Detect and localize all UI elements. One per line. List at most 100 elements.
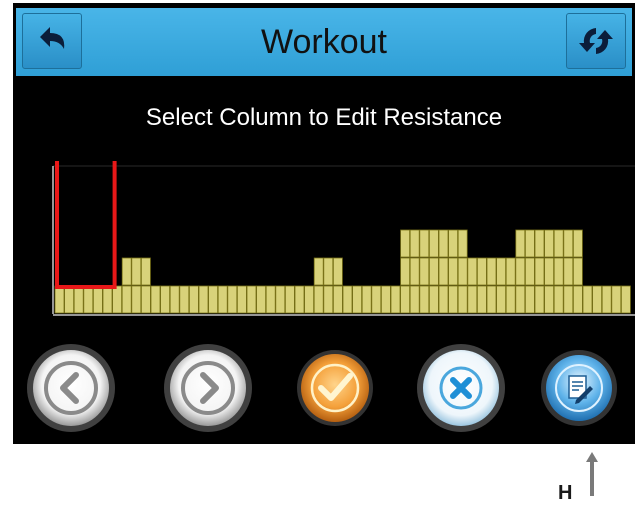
resistance-bar-cell[interactable] [515, 285, 526, 314]
resistance-bar-cell[interactable] [400, 229, 411, 258]
resistance-bar-cell[interactable] [621, 285, 631, 314]
resistance-bar-cell[interactable] [448, 257, 459, 286]
resistance-bar-cell[interactable] [188, 285, 199, 314]
resistance-bar-cell[interactable] [428, 229, 439, 258]
resistance-bar-cell[interactable] [553, 257, 564, 286]
resistance-bar-cell[interactable] [332, 257, 343, 286]
resistance-bar-cell[interactable] [476, 257, 487, 286]
resistance-bar-cell[interactable] [409, 285, 420, 314]
resistance-bar-cell[interactable] [611, 285, 622, 314]
resistance-bar-cell[interactable] [131, 257, 142, 286]
resistance-bar-cell[interactable] [131, 285, 142, 314]
resistance-bar-cell[interactable] [524, 229, 535, 258]
resistance-bar-cell[interactable] [160, 285, 170, 314]
resistance-bar-cell[interactable] [419, 229, 430, 258]
resistance-bar-cell[interactable] [428, 285, 439, 314]
resistance-bar-cell[interactable] [390, 285, 401, 314]
resistance-bar-cell[interactable] [524, 257, 535, 286]
resistance-profile-chart[interactable] [38, 161, 635, 321]
resistance-bar-cell[interactable] [208, 285, 219, 314]
next-button[interactable] [158, 331, 258, 444]
resistance-bar-cell[interactable] [275, 285, 286, 314]
resistance-bar-cell[interactable] [563, 257, 574, 286]
resistance-bar-cell[interactable] [236, 285, 247, 314]
resistance-bar-cell[interactable] [476, 285, 487, 314]
resistance-bar-cell[interactable] [112, 285, 122, 314]
resistance-bar-cell[interactable] [323, 285, 334, 314]
resistance-bar-cell[interactable] [121, 285, 132, 314]
resistance-bar-cell[interactable] [141, 257, 151, 286]
resistance-bar-cell[interactable] [313, 257, 324, 286]
resistance-bar-cell[interactable] [438, 285, 449, 314]
resistance-bar-cell[interactable] [83, 285, 94, 314]
resistance-bar-cell[interactable] [246, 285, 257, 314]
resistance-bar-cell[interactable] [515, 257, 526, 286]
resistance-bar-cell[interactable] [371, 285, 382, 314]
resistance-bar-cell[interactable] [534, 257, 545, 286]
resistance-bar-cell[interactable] [265, 285, 276, 314]
resistance-bar-cell[interactable] [534, 229, 545, 258]
resistance-bar-cell[interactable] [419, 257, 430, 286]
resistance-bar-cell[interactable] [544, 229, 555, 258]
resistance-bar-cell[interactable] [419, 285, 430, 314]
resistance-bar-cell[interactable] [505, 285, 516, 314]
edit-button[interactable] [529, 331, 629, 444]
resistance-bar-cell[interactable] [73, 285, 84, 314]
resistance-bar-cell[interactable] [582, 285, 593, 314]
resistance-bar-cell[interactable] [169, 285, 180, 314]
resistance-bar-cell[interactable] [380, 285, 391, 314]
resistance-bar-cell[interactable] [342, 285, 353, 314]
resistance-bar-cell[interactable] [93, 285, 103, 314]
resistance-bar-cell[interactable] [486, 257, 497, 286]
resistance-bar-cell[interactable] [553, 229, 564, 258]
cancel-button[interactable] [411, 331, 511, 444]
resistance-bar-cell[interactable] [544, 285, 555, 314]
resistance-bar-cell[interactable] [409, 229, 420, 258]
resistance-bar-cell[interactable] [573, 229, 583, 258]
resistance-bar-cell[interactable] [400, 257, 411, 286]
resistance-bar-cell[interactable] [496, 257, 507, 286]
resistance-bar-cell[interactable] [284, 285, 295, 314]
resistance-bar-cell[interactable] [217, 285, 228, 314]
resistance-bar-cell[interactable] [332, 285, 343, 314]
resistance-bar-cell[interactable] [524, 285, 535, 314]
resistance-bar-cell[interactable] [457, 229, 468, 258]
resistance-bar-cell[interactable] [601, 285, 612, 314]
refresh-button[interactable] [566, 13, 626, 69]
resistance-bar-cell[interactable] [457, 285, 468, 314]
resistance-bar-cell[interactable] [198, 285, 209, 314]
resistance-bar-cell[interactable] [294, 285, 305, 314]
resistance-bar-cell[interactable] [448, 229, 459, 258]
resistance-bar-cell[interactable] [505, 257, 516, 286]
resistance-bar-cell[interactable] [573, 285, 583, 314]
resistance-bar-cell[interactable] [467, 285, 478, 314]
resistance-bar-cell[interactable] [227, 285, 238, 314]
resistance-bar-cell[interactable] [54, 285, 65, 314]
resistance-bar-cell[interactable] [352, 285, 363, 314]
resistance-bar-cell[interactable] [438, 257, 449, 286]
resistance-bar-cell[interactable] [361, 285, 372, 314]
resistance-bar-cell[interactable] [121, 257, 132, 286]
resistance-bar-cell[interactable] [563, 229, 574, 258]
resistance-bar-cell[interactable] [400, 285, 411, 314]
resistance-bar-cell[interactable] [409, 257, 420, 286]
resistance-bar-cell[interactable] [467, 257, 478, 286]
resistance-bar-cell[interactable] [102, 285, 113, 314]
resistance-bar-cell[interactable] [313, 285, 324, 314]
resistance-bar-cell[interactable] [141, 285, 151, 314]
resistance-bar-cell[interactable] [64, 285, 75, 314]
confirm-button[interactable] [285, 331, 385, 444]
resistance-bar-cell[interactable] [323, 257, 334, 286]
resistance-bar-cell[interactable] [428, 257, 439, 286]
resistance-bar-cell[interactable] [486, 285, 497, 314]
resistance-bar-cell[interactable] [496, 285, 507, 314]
resistance-bar-cell[interactable] [457, 257, 468, 286]
resistance-bar-cell[interactable] [150, 285, 161, 314]
resistance-bar-cell[interactable] [304, 285, 315, 314]
resistance-bar-cell[interactable] [592, 285, 602, 314]
previous-button[interactable] [21, 331, 121, 444]
resistance-bar-cell[interactable] [515, 229, 526, 258]
resistance-bar-cell[interactable] [553, 285, 564, 314]
resistance-bar-cell[interactable] [544, 257, 555, 286]
resistance-bar-cell[interactable] [563, 285, 574, 314]
